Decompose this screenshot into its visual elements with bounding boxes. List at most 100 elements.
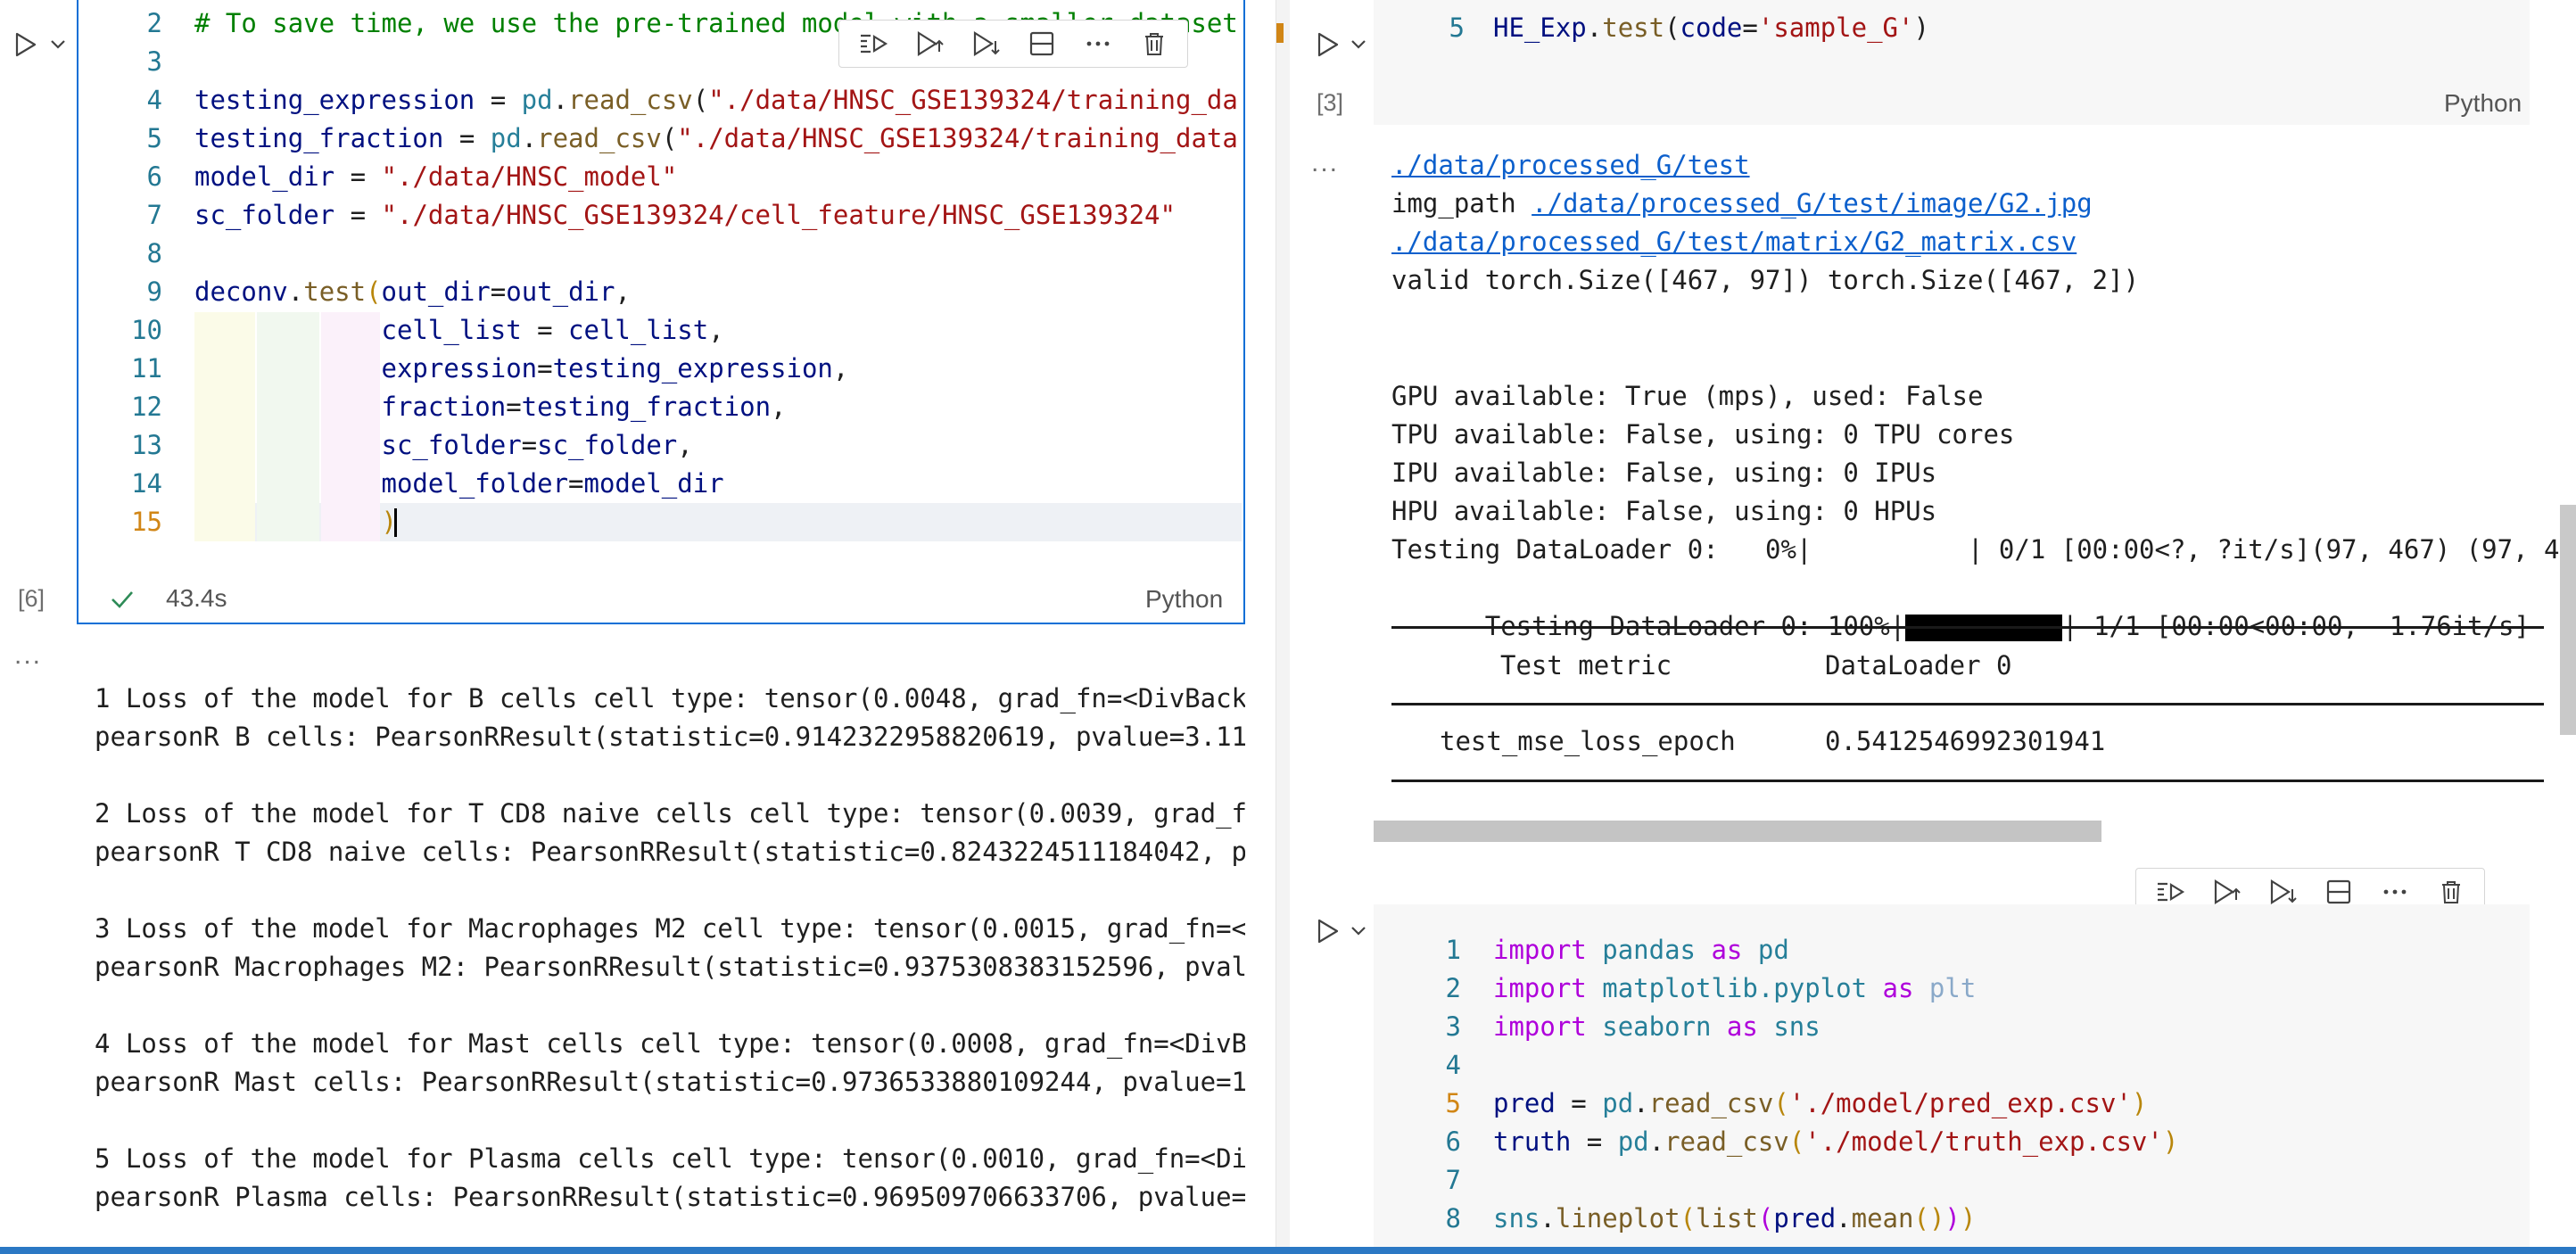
table-rule [1391, 780, 2544, 782]
output-menu[interactable]: ... [1311, 148, 1339, 178]
code-line: HE_Exp.test(code='sample_G') [1493, 9, 1929, 47]
check-icon [111, 591, 133, 608]
line-number: 2 [1445, 973, 1461, 1003]
line-number: 5 [146, 123, 162, 153]
status-bar [0, 1247, 2576, 1254]
execution-duration: 43.4s [166, 584, 227, 612]
code-line: testing_fraction = pd.read_csv("./data/H… [194, 120, 1238, 158]
run-cell-below-icon [2270, 879, 2297, 904]
code-token: = [506, 392, 522, 422]
chevron-down-icon[interactable] [1347, 33, 1370, 56]
output-text: valid torch.Size([467, 97]) torch.Size([… [1391, 265, 2140, 295]
execute-above-button[interactable] [855, 25, 890, 62]
run-cell-button[interactable] [1309, 27, 1345, 62]
chevron-down-icon[interactable] [1347, 920, 1370, 943]
code-token: ( [1664, 12, 1680, 43]
code-token: model_dir [194, 161, 335, 192]
code-token: pred [1493, 1088, 1556, 1118]
code-token: , [771, 392, 787, 422]
code-token: . [552, 85, 569, 115]
code-token: = [334, 161, 382, 192]
cell-language[interactable]: Python [1145, 585, 1223, 614]
chevron-down-icon[interactable] [46, 33, 70, 56]
cell-language[interactable]: Python [2444, 89, 2522, 118]
execute-above-icon [860, 34, 888, 54]
run-above-button[interactable] [912, 25, 946, 62]
output-line: pearsonR Mast cells: PearsonRResult(stat… [95, 1067, 1245, 1097]
code-token: "./data/HNSC_GSE139324/training_data/ [677, 123, 1238, 153]
metric-header: DataLoader 0 [1825, 650, 2012, 681]
code-token: mean [1851, 1203, 1914, 1233]
code-token: sc_folder [381, 430, 522, 460]
line-number: 4 [1445, 1050, 1461, 1080]
output-text: IPU available: False, using: 0 IPUs [1391, 458, 1937, 488]
line-number: 6 [146, 161, 162, 192]
cell-toolbar [838, 20, 1188, 68]
code-token: pd [521, 85, 553, 115]
horizontal-scrollbar[interactable] [1374, 821, 2101, 842]
code-token: read_csv [537, 123, 662, 153]
code-token: sns [1493, 1203, 1540, 1233]
code-token: 'sample_G' [1757, 12, 1914, 43]
code-token: pandas [1602, 935, 1696, 965]
code-token: pd [1602, 1088, 1634, 1118]
output-line: pearsonR Macrophages M2: PearsonRResult(… [95, 952, 1245, 982]
right-editor-pane: 5 HE_Exp.test(code='sample_G') [3] Python… [1290, 0, 2576, 1254]
code-line: model_folder=model_dir [194, 465, 724, 503]
left-editor-pane: 2 # To save time, we use the pre-trained … [0, 0, 1276, 1254]
split-cell-button[interactable] [1024, 25, 1059, 62]
code-line: import pandas as pd [1493, 931, 1789, 969]
output-menu[interactable]: ... [14, 640, 42, 671]
code-token: ) [1913, 12, 1929, 43]
code-line: pred = pd.read_csv('./model/pred_exp.csv… [1493, 1085, 2147, 1123]
code-token: deconv [194, 276, 288, 307]
table-rule [1391, 626, 2544, 629]
split-cell-icon [1029, 31, 1053, 56]
code-token: HE_Exp [1493, 12, 1587, 43]
code-token: lineplot [1555, 1203, 1680, 1233]
output-link[interactable]: ./data/processed_G/test/matrix/G2_matrix… [1391, 227, 2076, 257]
line-number: 14 [131, 468, 162, 499]
code-token: = [521, 315, 569, 345]
code-token: test [303, 276, 367, 307]
run-cell-button[interactable] [1309, 913, 1345, 949]
code-token: ( [1757, 1203, 1774, 1233]
code-token: list [1696, 1203, 1758, 1233]
code-token: as [1882, 973, 1914, 1003]
code-token: = [490, 276, 507, 307]
output-link[interactable]: ./data/processed_G/test/image/G2.jpg [1532, 188, 2093, 219]
code-token: read_csv [1648, 1088, 1774, 1118]
code-token: truth [1493, 1126, 1572, 1157]
code-token: sns [1773, 1011, 1821, 1042]
code-line: fraction=testing_fraction, [194, 388, 787, 426]
code-token: sc_folder [537, 430, 678, 460]
metric-header: Test metric [1500, 650, 1672, 681]
run-cell-button[interactable] [7, 27, 43, 62]
code-token: ) [1960, 1203, 1977, 1233]
vertical-scrollbar[interactable] [2560, 505, 2576, 735]
code-token: test [1602, 12, 1665, 43]
code-token: , [677, 430, 693, 460]
output-link[interactable]: ./data/processed_G/test [1391, 150, 1750, 180]
delete-cell-button[interactable] [1136, 25, 1171, 62]
line-number: 12 [131, 392, 162, 422]
output-line: 5 Loss of the model for Plasma cells cel… [95, 1143, 1245, 1174]
code-token: . [521, 123, 538, 153]
run-below-button[interactable] [968, 25, 1003, 62]
code-token: ( [1773, 1088, 1789, 1118]
code-token: read_csv [568, 85, 693, 115]
code-token: model_folder [381, 468, 569, 499]
line-number: 7 [146, 200, 162, 230]
code-token: ) [2162, 1126, 2179, 1157]
code-token: = [443, 123, 491, 153]
code-token: model_dir [583, 468, 724, 499]
code-token: cell_list [381, 315, 522, 345]
more-actions-button[interactable] [1080, 25, 1115, 62]
modified-indicator [1276, 23, 1284, 43]
